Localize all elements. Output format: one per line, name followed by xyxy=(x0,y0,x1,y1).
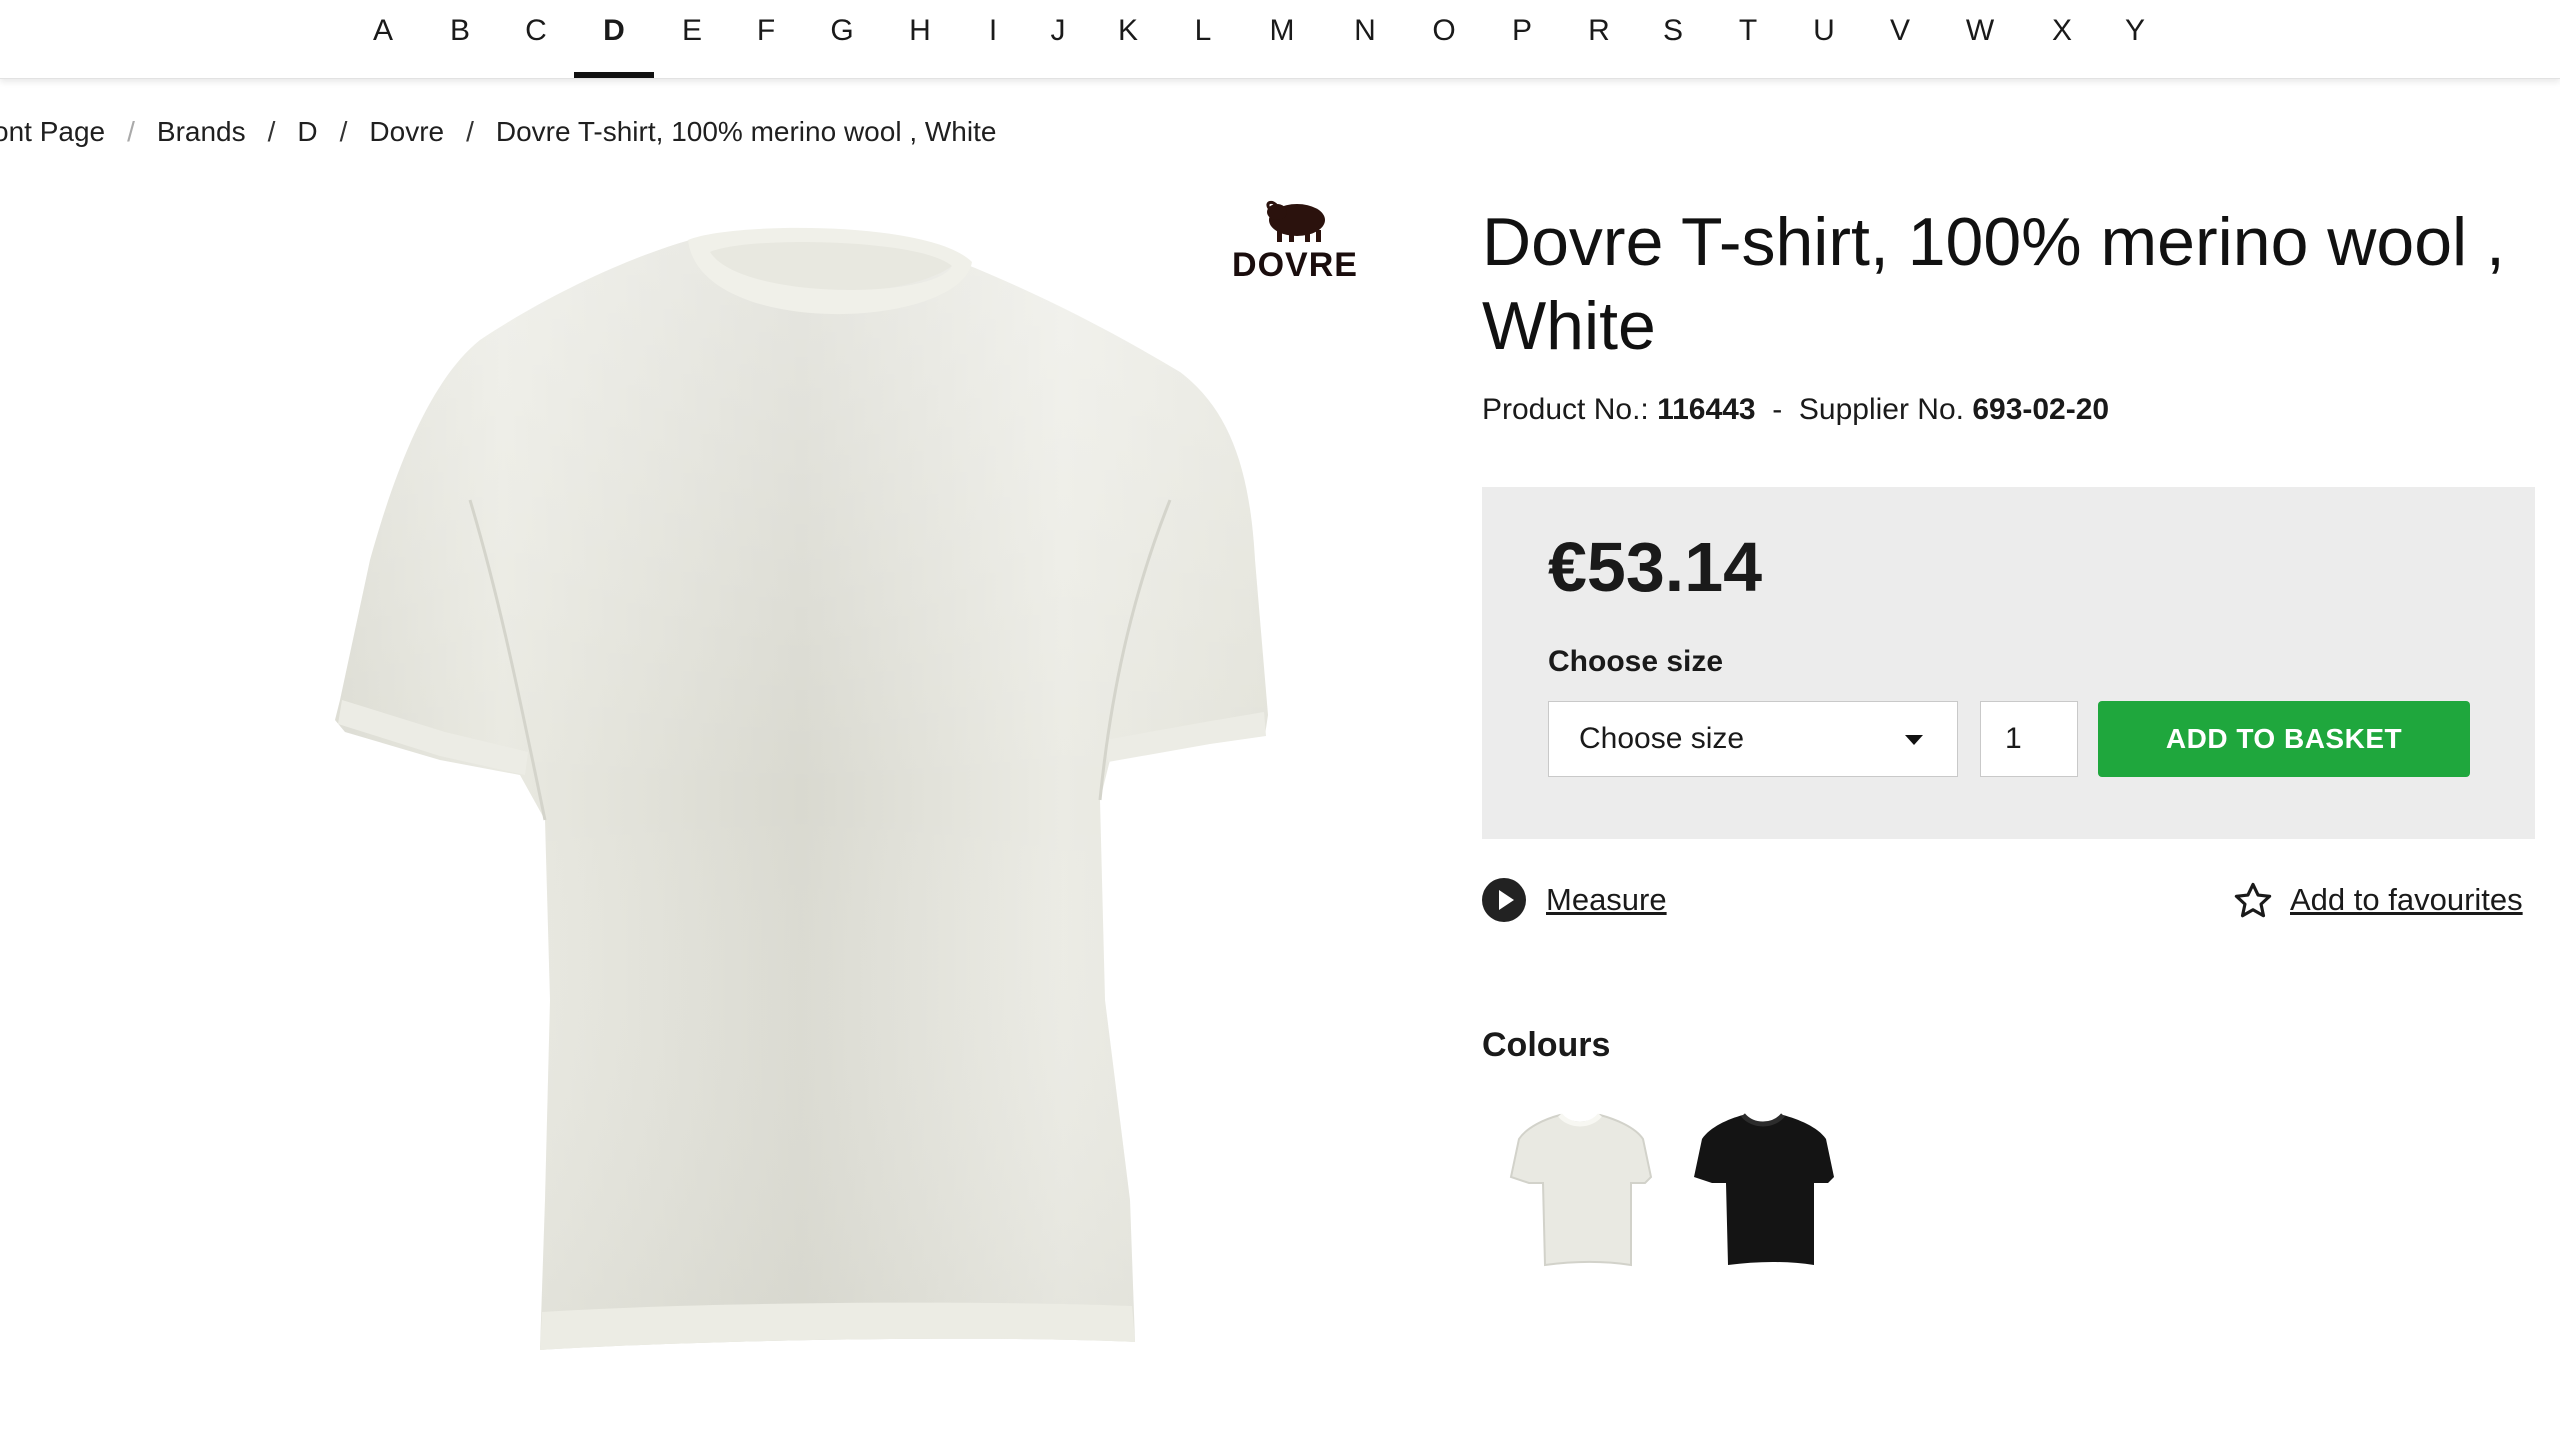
favourites-label: Add to favourites xyxy=(2290,882,2523,917)
alphabet-letter-w[interactable]: W xyxy=(1950,0,2010,78)
price: €53.14 xyxy=(1548,528,1763,606)
alphabet-letter-r[interactable]: R xyxy=(1569,0,1629,78)
product-title: Dovre T-shirt, 100% merino wool , White xyxy=(1482,204,2505,364)
alphabet-letter-g[interactable]: G xyxy=(812,0,872,78)
alphabet-letter-j[interactable]: J xyxy=(1028,0,1088,78)
measure-label: Measure xyxy=(1546,882,1667,917)
alphabet-letter-v[interactable]: V xyxy=(1870,0,1930,78)
product-no-value: 116443 xyxy=(1657,393,1756,426)
supplier-no-label: Supplier No. xyxy=(1798,393,1964,426)
breadcrumb: ont Page / Brands / D / Dovre / Dovre T-shirt, 1… xyxy=(0,112,996,152)
supplier-no-value: 693-02-20 xyxy=(1972,393,2110,426)
alphabet-letter-e[interactable]: E xyxy=(662,0,722,78)
alphabet-letter-x[interactable]: X xyxy=(2032,0,2092,78)
star-outline-icon xyxy=(2234,882,2272,918)
colours-heading: Colours xyxy=(1482,1026,1611,1064)
alphabet-letter-p[interactable]: P xyxy=(1492,0,1552,78)
alphabet-letter-h[interactable]: H xyxy=(890,0,950,78)
breadcrumb-current-product: Dovre T-shirt, 100% merino wool , White xyxy=(495,116,997,147)
breadcrumb-separator: / xyxy=(339,116,348,147)
alphabet-letter-l[interactable]: L xyxy=(1173,0,1233,78)
product-image[interactable] xyxy=(300,190,1400,1390)
breadcrumb-brands[interactable]: Brands xyxy=(157,116,246,147)
meta-separator: - xyxy=(1772,393,1783,426)
alphabet-letter-a[interactable]: A xyxy=(353,0,413,78)
breadcrumb-separator: / xyxy=(466,116,474,147)
alphabet-letter-f[interactable]: F xyxy=(736,0,796,78)
musk-ox-icon xyxy=(1266,200,1325,242)
breadcrumb-separator: / xyxy=(127,116,135,147)
caret-down-icon xyxy=(1905,735,1923,745)
size-label: Choose size xyxy=(1548,645,1724,678)
alphabet-letter-o[interactable]: O xyxy=(1414,0,1474,78)
add-to-basket-button[interactable]: ADD TO BASKET xyxy=(2098,701,2470,777)
play-circle-icon xyxy=(1482,878,1526,922)
alphabet-letter-b[interactable]: B xyxy=(430,0,490,78)
colour-swatch-white[interactable] xyxy=(1505,1105,1655,1275)
product-meta: Product No.: 116443 - Supplier No. 693-0… xyxy=(1482,390,2109,430)
add-to-favourites-link[interactable]: Add to favourites xyxy=(2232,876,2536,924)
breadcrumb-separator: / xyxy=(267,116,276,147)
alphabet-letter-k[interactable]: K xyxy=(1098,0,1158,78)
quantity-input[interactable]: 1 xyxy=(1980,701,2078,777)
product-no-label: Product No.: xyxy=(1482,393,1649,426)
alphabet-letter-c[interactable]: C xyxy=(506,0,566,78)
breadcrumb-front-page[interactable]: ont Page xyxy=(0,116,105,147)
alphabet-letter-d[interactable]: D xyxy=(574,0,654,78)
alphabet-letter-m[interactable]: M xyxy=(1252,0,1312,78)
alphabet-letter-u[interactable]: U xyxy=(1794,0,1854,78)
alphabet-letter-y[interactable]: Y xyxy=(2105,0,2165,78)
brand-logo: DOVRE xyxy=(1225,196,1365,288)
size-select-value: Choose size xyxy=(1579,722,1745,755)
colour-swatch-black[interactable] xyxy=(1688,1105,1838,1275)
breadcrumb-dovre[interactable]: Dovre xyxy=(369,116,444,147)
alphabet-letter-s[interactable]: S xyxy=(1643,0,1703,78)
alphabet-letter-n[interactable]: N xyxy=(1335,0,1395,78)
alphabet-letter-t[interactable]: T xyxy=(1718,0,1778,78)
brand-logo-text: DOVRE xyxy=(1232,246,1358,284)
breadcrumb-letter-d[interactable]: D xyxy=(297,116,317,147)
purchase-box: €53.14 Choose size Choose size 1 ADD TO … xyxy=(1482,487,2535,839)
alphabet-nav: ABCDEFGHIJKLMNOPRSTUVWXY xyxy=(0,0,2560,79)
alphabet-letter-i[interactable]: I xyxy=(963,0,1023,78)
size-select[interactable]: Choose size xyxy=(1548,701,1958,777)
